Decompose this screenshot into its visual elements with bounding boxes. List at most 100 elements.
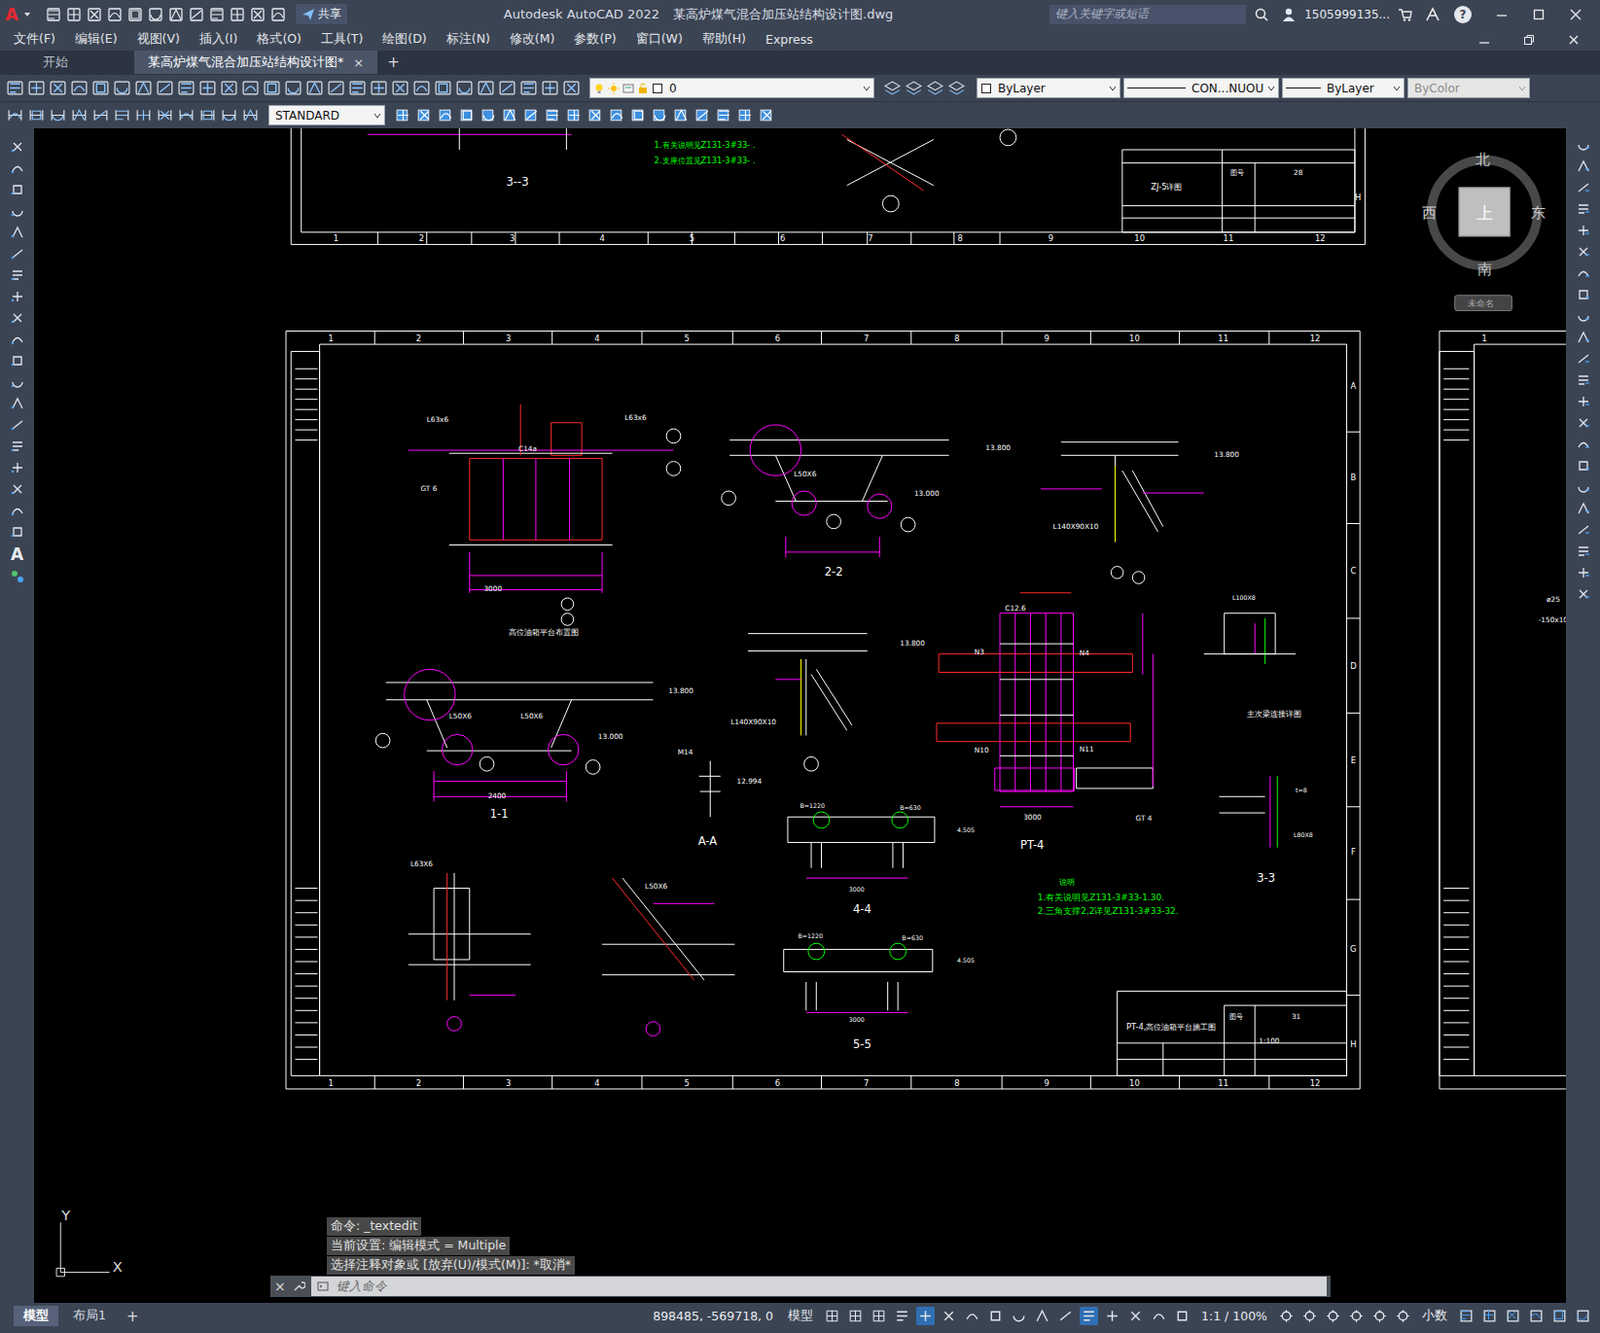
quick-access-icon[interactable] <box>167 5 185 24</box>
dimension-tool-icon[interactable] <box>91 106 110 125</box>
modify-tool-icon[interactable] <box>1574 542 1593 561</box>
drafting-aid-icon[interactable] <box>962 1307 982 1326</box>
search-icon[interactable] <box>1253 6 1270 23</box>
toolbar-icon[interactable] <box>262 78 282 98</box>
drawing-label[interactable]: 图号 <box>1230 168 1245 178</box>
toolbar-icon[interactable] <box>476 78 496 98</box>
toolbar-icon[interactable] <box>27 78 46 98</box>
menu-item[interactable]: Express <box>765 32 814 47</box>
dimension-tool-icon[interactable] <box>112 106 132 125</box>
menu-item[interactable]: 工具(T) <box>320 31 363 48</box>
drawing-label[interactable]: 5-5 <box>853 1037 872 1052</box>
workspace-icon[interactable] <box>1347 1307 1366 1326</box>
lineweight-dropdown[interactable]: ByLayer <box>1281 77 1405 99</box>
drawing-label[interactable]: 说明 <box>1059 877 1075 888</box>
dimension-tool-icon[interactable] <box>48 106 68 125</box>
modify-tool-icon[interactable] <box>714 106 734 125</box>
drawing-label[interactable]: L50X6 <box>520 711 543 721</box>
drawing-label[interactable]: L80X8 <box>1293 831 1314 839</box>
dimension-tool-icon[interactable] <box>198 106 217 125</box>
layer-dropdown[interactable]: 0 <box>589 77 875 99</box>
toolbar-icon[interactable] <box>219 78 239 98</box>
draw-tool-icon[interactable] <box>8 309 27 327</box>
drawing-label[interactable]: PT-4 <box>1020 838 1044 853</box>
quick-access-icon[interactable] <box>106 5 124 24</box>
doc-restore-icon[interactable] <box>1522 33 1536 47</box>
maximize-icon[interactable] <box>1531 7 1546 22</box>
quick-access-icon[interactable] <box>187 5 206 24</box>
drawing-label[interactable]: t=8 <box>1295 786 1308 794</box>
viewcube-east[interactable]: 东 <box>1530 204 1546 221</box>
modify-tool-icon[interactable] <box>1574 585 1593 604</box>
toolbar-icon[interactable] <box>562 78 581 98</box>
drafting-aid-icon[interactable] <box>916 1307 935 1326</box>
menu-item[interactable]: 绘图(D) <box>382 31 427 48</box>
drafting-aid-icon[interactable] <box>1079 1307 1099 1326</box>
drawing-label[interactable]: L50X6 <box>793 469 817 479</box>
draw-tool-icon[interactable] <box>8 245 27 263</box>
draw-tool-icon[interactable] <box>8 480 27 498</box>
drawing-label[interactable]: 1.有关说明见Z131-3#33-1.30. <box>1037 892 1165 903</box>
document-tab[interactable]: 某高炉煤气混合加压站结构设计图*× <box>134 50 378 74</box>
drawing-label[interactable]: 3--3 <box>506 175 530 189</box>
help-button[interactable]: ? <box>1454 5 1472 24</box>
menu-item[interactable]: 插入(I) <box>199 31 238 48</box>
drafting-aid-icon[interactable] <box>1126 1307 1145 1326</box>
annotation-scale[interactable]: 1:1 / 100% <box>1196 1309 1273 1324</box>
doc-minimize-icon[interactable] <box>1477 33 1492 47</box>
drawing-label[interactable]: 3000 <box>483 584 502 594</box>
drawing-label[interactable]: ø25 <box>1546 595 1561 605</box>
drawing-label[interactable]: L63X6 <box>410 859 433 869</box>
toolbar-icon[interactable] <box>284 78 303 98</box>
drafting-aid-icon[interactable] <box>1056 1307 1075 1326</box>
menu-item[interactable]: 修改(M) <box>509 31 556 48</box>
draw-tool-icon[interactable] <box>8 266 27 285</box>
drawing-label[interactable]: 3000 <box>1023 813 1042 822</box>
modify-tool-icon[interactable] <box>415 106 434 125</box>
modify-tool-icon[interactable] <box>565 106 584 125</box>
drawing-label[interactable]: N4 <box>1079 648 1090 658</box>
drawing-label[interactable]: 4.505 <box>957 957 975 964</box>
layout-tab[interactable]: 模型 <box>13 1306 59 1327</box>
modify-tool-icon[interactable] <box>1574 478 1593 497</box>
draw-tool-icon[interactable] <box>8 159 27 178</box>
menu-item[interactable]: 文件(F) <box>13 31 56 48</box>
drawing-label[interactable]: 4-4 <box>853 902 872 917</box>
modify-tool-icon[interactable] <box>693 106 712 125</box>
viewcube-north[interactable]: 北 <box>1475 150 1491 168</box>
workspace-icon[interactable] <box>1370 1307 1389 1326</box>
modify-tool-icon[interactable] <box>1574 328 1593 347</box>
drafting-aid-icon[interactable] <box>939 1307 959 1326</box>
drawing-view[interactable]: 112233445566778899101011111212ABCDEFGH12… <box>34 128 1566 1304</box>
modify-tool-icon[interactable] <box>607 106 627 125</box>
toolbar-icon[interactable] <box>241 78 260 98</box>
modify-tool-icon[interactable] <box>1574 307 1593 325</box>
toolbar-icon[interactable] <box>519 78 538 98</box>
drawing-label[interactable]: N3 <box>974 647 985 657</box>
drawing-label[interactable]: N10 <box>974 746 990 755</box>
drawing-label[interactable]: B=1220 <box>797 932 823 940</box>
user-icon[interactable] <box>1280 6 1297 23</box>
doc-close-icon[interactable] <box>1566 33 1581 47</box>
modify-tool-icon[interactable] <box>586 106 605 125</box>
toolbar-icon[interactable] <box>433 78 453 98</box>
drawing-label[interactable]: B=1220 <box>800 802 826 810</box>
drawing-label[interactable]: 12.994 <box>736 777 762 786</box>
draw-tool-icon[interactable] <box>8 501 27 520</box>
quick-access-icon[interactable] <box>146 5 165 24</box>
share-button[interactable]: 共享 <box>295 3 348 25</box>
drawing-label[interactable]: PT-4,高位油箱平台施工图 <box>1126 1022 1216 1032</box>
modify-tool-icon[interactable] <box>500 106 520 125</box>
modify-tool-icon[interactable] <box>1574 157 1593 176</box>
drafting-aid-icon[interactable] <box>1173 1307 1192 1326</box>
drawing-label[interactable]: 主次梁连接详图 <box>1246 709 1302 719</box>
drawing-label[interactable]: 1-1 <box>490 807 509 821</box>
modify-tool-icon[interactable] <box>1574 435 1593 454</box>
modify-tool-icon[interactable] <box>1574 499 1593 518</box>
modify-tool-icon[interactable] <box>650 106 670 125</box>
dimension-tool-icon[interactable] <box>27 106 46 125</box>
dropdown-caret-icon[interactable] <box>23 10 32 19</box>
modify-tool-icon[interactable] <box>1574 200 1593 218</box>
draw-tool-icon[interactable] <box>8 523 27 541</box>
quick-access-icon[interactable] <box>126 5 144 24</box>
